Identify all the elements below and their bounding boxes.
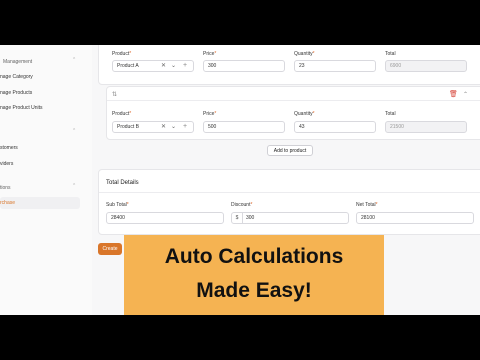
quantity-label: Quantity*	[294, 111, 315, 117]
nettotal-field[interactable]: 28100	[356, 212, 474, 224]
sidebar-item-products[interactable]: nage Products	[0, 90, 32, 96]
price-label: Price*	[203, 51, 217, 57]
chevron-down-icon[interactable]: ⌄	[171, 122, 176, 133]
reorder-icon[interactable]: ⇅	[112, 91, 117, 98]
plus-icon[interactable]: +	[183, 60, 187, 71]
quantity-field[interactable]: 43	[294, 121, 376, 133]
product-select[interactable]: Product A ✕ ⌄ +	[112, 60, 194, 72]
chevron-down-icon[interactable]: ⌄	[171, 61, 176, 72]
promo-banner: Auto Calculations Made Easy!	[124, 235, 384, 315]
clear-icon[interactable]: ✕	[161, 122, 166, 133]
product-label: Product*	[112, 111, 132, 117]
chevron-up-icon[interactable]: ⌃	[72, 57, 76, 63]
trash-icon[interactable]: 🗑	[449, 90, 458, 98]
product-label: Product*	[112, 51, 132, 57]
product-select-value: Product A	[117, 63, 139, 69]
sidebar-group-transactions[interactable]: tions	[0, 185, 11, 191]
price-label: Price*	[203, 111, 217, 117]
total-label: Total	[385, 51, 396, 57]
chevron-up-icon[interactable]: ⌃	[72, 128, 76, 134]
sidebar-item-purchase[interactable]: rchase	[0, 200, 15, 206]
chevron-up-icon[interactable]: ⌃	[72, 183, 76, 189]
chevron-up-icon[interactable]: ⌃	[463, 91, 468, 98]
discount-value: 300	[246, 215, 255, 221]
product-row-card-2: ⇅ 🗑 ⌃ Product* Price* Quantity* Total Pr…	[106, 86, 480, 140]
sidebar-item-category[interactable]: nage Category	[0, 74, 33, 80]
total-label: Total	[385, 111, 396, 117]
product-row-card-1: Product* Price* Quantity* Total Product …	[98, 45, 480, 85]
subtotal-label: Sub Total*	[106, 202, 129, 208]
nettotal-label: Net Total*	[356, 202, 378, 208]
sidebar-item-customers[interactable]: stomers	[0, 145, 18, 151]
plus-icon[interactable]: +	[183, 121, 187, 132]
total-details-card: Total Details Sub Total* Discount* Net T…	[98, 169, 480, 235]
sidebar-item-product-units[interactable]: nage Product Units	[0, 105, 43, 111]
price-field[interactable]: 300	[203, 60, 285, 72]
subtotal-field[interactable]: 28400	[106, 212, 224, 224]
clear-icon[interactable]: ✕	[161, 61, 166, 72]
sidebar: Management ⌃ nage Category nage Products…	[0, 45, 92, 315]
sidebar-item-providers[interactable]: viders	[0, 161, 13, 167]
add-product-button[interactable]: Add to product	[267, 145, 313, 156]
price-field[interactable]: 500	[203, 121, 285, 133]
currency-prefix: $	[232, 213, 243, 223]
quantity-field[interactable]: 23	[294, 60, 376, 72]
product-select-value: Product B	[117, 124, 139, 130]
total-field: 21500	[385, 121, 467, 133]
card-divider	[99, 192, 480, 193]
quantity-label: Quantity*	[294, 51, 315, 57]
total-details-title: Total Details	[106, 180, 139, 186]
discount-field[interactable]: $ 300	[231, 212, 349, 224]
banner-line-1: Auto Calculations	[164, 245, 344, 268]
product-select[interactable]: Product B ✕ ⌄ +	[112, 121, 194, 133]
banner-line-2: Made Easy!	[196, 279, 312, 302]
discount-label: Discount*	[231, 202, 253, 208]
create-button[interactable]: Create	[98, 243, 122, 255]
total-field: 6900	[385, 60, 467, 72]
card-divider	[107, 100, 480, 101]
sidebar-group-management[interactable]: Management	[3, 59, 32, 65]
